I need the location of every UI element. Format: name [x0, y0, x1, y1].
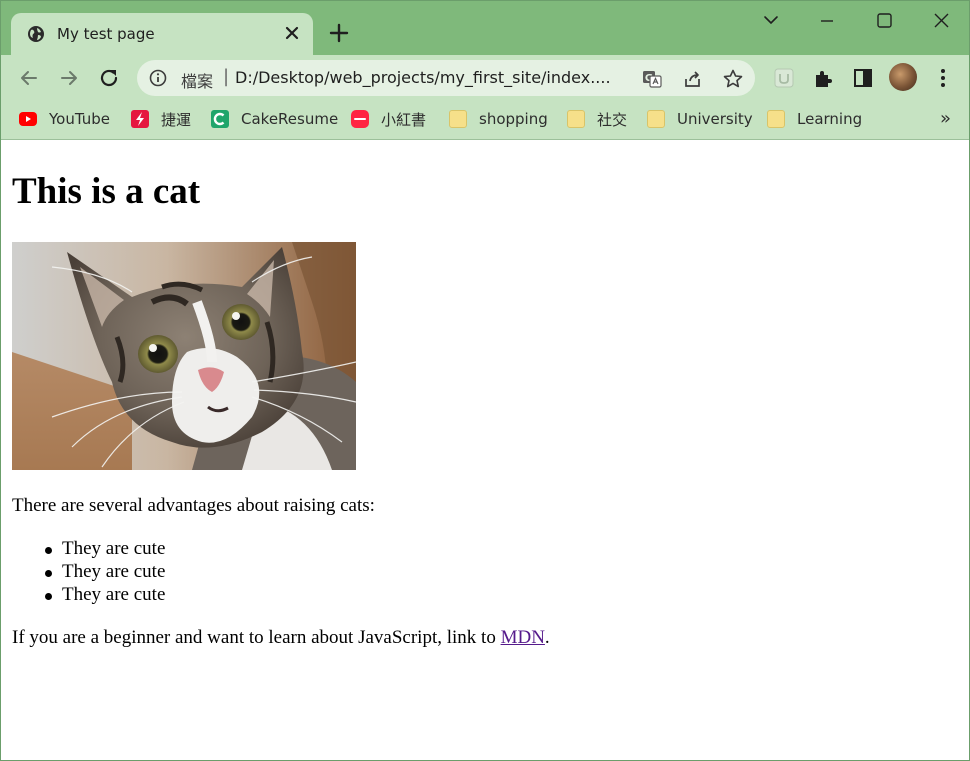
file-scheme-label: 檔案	[181, 72, 214, 91]
page-content: This is a cat There are several advantag…	[1, 140, 969, 760]
extension-app-icon[interactable]	[772, 66, 796, 90]
maximize-icon[interactable]	[864, 9, 904, 33]
mdn-link[interactable]: MDN	[501, 627, 545, 648]
reload-icon[interactable]	[97, 66, 121, 90]
folder-icon	[767, 110, 785, 128]
bookmark-xiaohongshu[interactable]: 小紅書	[351, 108, 426, 130]
list-item: They are cute	[45, 538, 165, 561]
bullet-icon	[45, 593, 52, 600]
extensions-puzzle-icon[interactable]	[812, 66, 836, 90]
menu-kebab-icon[interactable]	[931, 66, 955, 90]
advantages-list: They are cute They are cute They are cut…	[45, 538, 165, 607]
address-bar[interactable]: 檔案 | D:/Desktop/web_projects/my_first_si…	[137, 60, 755, 96]
back-icon[interactable]	[17, 66, 41, 90]
share-icon[interactable]	[682, 68, 704, 90]
tab-strip: My test page	[1, 1, 969, 55]
outro-paragraph: If you are a beginner and want to learn …	[12, 627, 550, 648]
bullet-icon	[45, 570, 52, 577]
metro-icon	[131, 110, 149, 128]
youtube-icon	[19, 112, 37, 126]
site-info-icon[interactable]	[149, 69, 167, 87]
bookmarks-bar: YouTube 捷運 CakeResume 小紅書 shopping 社交 Un…	[1, 101, 969, 140]
bookmark-youtube[interactable]: YouTube	[19, 108, 110, 130]
bookmark-cakeresume[interactable]: CakeResume	[211, 108, 338, 130]
tab-search-chevron-icon[interactable]	[751, 9, 791, 33]
xiaohongshu-icon	[351, 110, 369, 128]
bookmark-folder-learning[interactable]: Learning	[767, 108, 862, 130]
bookmark-metro[interactable]: 捷運	[131, 108, 191, 130]
close-window-icon[interactable]	[921, 9, 961, 33]
profile-avatar[interactable]	[889, 63, 917, 91]
bookmark-folder-shopping[interactable]: shopping	[449, 108, 548, 130]
folder-icon	[647, 110, 665, 128]
browser-window: My test page 檔案 | D:/Desktop/web_project…	[0, 0, 970, 761]
cat-image	[12, 242, 356, 470]
close-tab-icon[interactable]	[281, 22, 303, 44]
folder-icon	[567, 110, 585, 128]
translate-icon[interactable]: G	[641, 68, 663, 90]
address-divider: |	[223, 66, 230, 87]
minimize-icon[interactable]	[807, 9, 847, 33]
cat-photo-illustration	[12, 242, 356, 470]
tab-title: My test page	[57, 25, 155, 43]
bookmark-folder-university[interactable]: University	[647, 108, 753, 130]
globe-icon	[28, 26, 44, 42]
forward-icon[interactable]	[57, 66, 81, 90]
bookmark-star-icon[interactable]	[722, 68, 744, 90]
cakeresume-icon	[211, 110, 229, 128]
bookmark-folder-social[interactable]: 社交	[567, 108, 627, 130]
intro-text: There are several advantages about raisi…	[12, 495, 375, 516]
list-item: They are cute	[45, 584, 165, 607]
new-tab-icon[interactable]	[327, 21, 351, 45]
tab-my-test-page[interactable]: My test page	[11, 13, 313, 55]
side-panel-icon[interactable]	[851, 66, 875, 90]
list-item: They are cute	[45, 561, 165, 584]
url-text[interactable]: D:/Desktop/web_projects/my_first_site/in…	[235, 68, 611, 87]
page-heading: This is a cat	[12, 171, 201, 212]
bullet-icon	[45, 547, 52, 554]
browser-toolbar: 檔案 | D:/Desktop/web_projects/my_first_si…	[1, 55, 969, 101]
more-bookmarks-icon[interactable]: »	[940, 108, 951, 129]
folder-icon	[449, 110, 467, 128]
